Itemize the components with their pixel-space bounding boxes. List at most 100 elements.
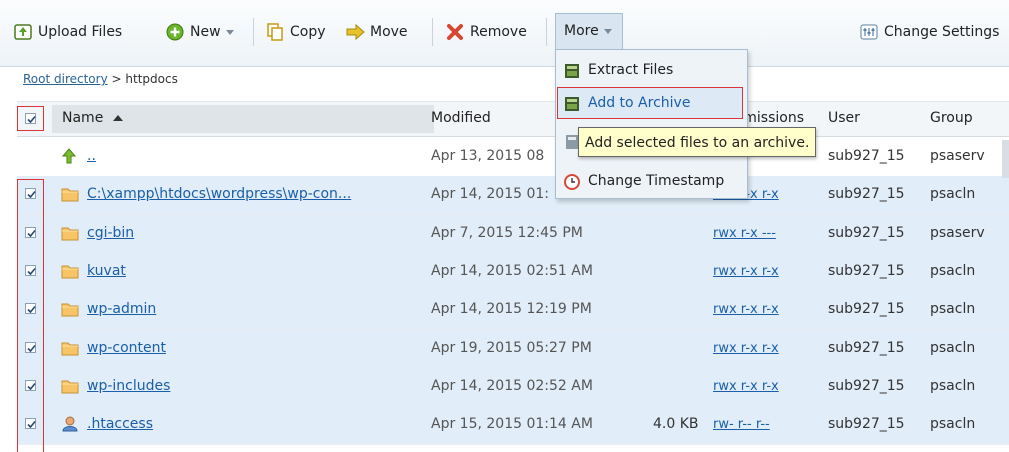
owner-group: psaserv [930, 224, 985, 241]
extract-files-label: Extract Files [588, 62, 674, 78]
modified-date: Apr 15, 2015 01:14 AM [431, 416, 593, 433]
table-row[interactable]: wp-admin Apr 14, 2015 12:19 PM rwx r-x r-x… [17, 291, 1009, 331]
permissions-link[interactable]: rwx r-x r-x [713, 341, 779, 356]
sort-up-icon [112, 115, 123, 121]
settings-sliders-icon [860, 23, 878, 41]
table-row[interactable]: .. Apr 13, 2015 08 sub927_15 psaserv [17, 138, 1009, 177]
select-all-highlight [17, 106, 44, 131]
remove-button[interactable]: Remove [446, 19, 527, 45]
owner-user: sub927_15 [828, 377, 905, 394]
modified-date: Apr 14, 2015 12:19 PM [431, 301, 592, 318]
breadcrumb: Root directory > httpdocs [23, 72, 178, 86]
user-file-icon [61, 416, 79, 432]
upload-files-button[interactable]: Upload Files [14, 19, 122, 45]
owner-group: psacln [930, 262, 976, 279]
file-name-link[interactable]: kuvat [87, 263, 126, 279]
modified-date: Apr 14, 2015 02:51 AM [431, 262, 593, 279]
remove-label: Remove [470, 24, 527, 40]
file-name-link[interactable]: cgi-bin [87, 225, 134, 241]
file-name-link[interactable]: wp-admin [87, 301, 156, 317]
copy-icon [266, 23, 284, 41]
owner-user: sub927_15 [828, 148, 905, 164]
breadcrumb-current: httpdocs [125, 72, 178, 86]
clock-icon [564, 173, 580, 190]
remove-x-icon [446, 23, 464, 41]
group-column-header[interactable]: Group [930, 110, 973, 126]
folder-icon [61, 378, 79, 394]
modified-column-header[interactable]: Modified [431, 110, 491, 126]
toolbar-divider [253, 18, 254, 46]
more-dropdown-menu: Extract Files Add to Archive Change Time… [555, 49, 748, 199]
folder-icon [61, 301, 79, 317]
owner-user: sub927_15 [828, 339, 905, 356]
new-button[interactable]: New [166, 19, 234, 45]
chevron-down-icon [603, 28, 612, 34]
folder-icon [61, 340, 79, 356]
permissions-link[interactable]: rw- r-- r-- [713, 417, 770, 432]
owner-group: psacln [930, 416, 976, 433]
toolbar: Upload Files New Copy Move Remove More C… [0, 0, 1009, 67]
toolbar-divider [546, 18, 547, 46]
permissions-link[interactable]: rwx r-x r-x [713, 379, 779, 394]
folder-icon [61, 225, 79, 241]
up-arrow-icon [61, 148, 79, 164]
change-timestamp-menu-item[interactable]: Change Timestamp [564, 168, 724, 194]
file-name-link[interactable]: .. [87, 148, 96, 164]
modified-date: Apr 19, 2015 05:27 PM [431, 339, 592, 356]
owner-user: sub927_15 [828, 224, 905, 241]
chevron-down-icon [225, 29, 234, 35]
owner-group: psacln [930, 339, 976, 356]
modified-date: Apr 7, 2015 12:45 PM [431, 224, 583, 241]
breadcrumb-separator: > [111, 72, 122, 86]
tooltip: Add selected files to an archive. [578, 127, 817, 157]
change-timestamp-label: Change Timestamp [588, 173, 725, 189]
owner-user: sub927_15 [828, 262, 905, 279]
owner-user: sub927_15 [828, 301, 905, 318]
file-size: 4.0 KB [653, 416, 699, 433]
add-to-archive-menu-item[interactable]: Add to Archive [564, 90, 690, 116]
table-row[interactable]: cgi-bin Apr 7, 2015 12:45 PM rwx r-x --- su… [17, 214, 1009, 254]
name-column-label: Name [62, 110, 104, 126]
copy-button[interactable]: Copy [266, 19, 326, 45]
table-row[interactable]: C:\xampp\htdocs\wordpress\wp-con... Apr 1… [17, 176, 1009, 216]
move-button[interactable]: Move [346, 19, 408, 45]
table-row[interactable]: wp-includes Apr 14, 2015 02:52 AM rwx r-x … [17, 367, 1009, 407]
modified-date: Apr 14, 2015 02:52 AM [431, 377, 593, 394]
more-button[interactable]: More [555, 13, 623, 50]
move-arrow-icon [346, 23, 365, 41]
permissions-link[interactable]: rwx r-x r-x [713, 264, 779, 279]
move-label: Move [370, 24, 408, 40]
checkbox-column-highlight [17, 179, 44, 452]
scrollbar[interactable] [1002, 140, 1009, 178]
breadcrumb-root-link[interactable]: Root directory [23, 72, 108, 86]
owner-group: psacln [930, 301, 976, 318]
add-to-archive-label: Add to Archive [588, 95, 691, 111]
table-row[interactable]: .htaccess Apr 15, 2015 01:14 AM 4.0 KB rw- … [17, 406, 1009, 446]
permissions-link[interactable]: rwx r-x --- [713, 226, 776, 241]
toolbar-divider [432, 18, 433, 46]
owner-user: sub927_15 [828, 416, 905, 433]
table-row[interactable]: kuvat Apr 14, 2015 02:51 AM rwx r-x r-x sub… [17, 252, 1009, 292]
extract-files-menu-item[interactable]: Extract Files [564, 57, 673, 83]
owner-group: psacln [930, 186, 976, 203]
file-name-link[interactable]: .htaccess [87, 416, 153, 432]
modified-date: Apr 14, 2015 01: [431, 186, 549, 203]
archive-icon [564, 95, 580, 111]
upload-icon [14, 23, 32, 41]
modified-date: Apr 13, 2015 08 [431, 148, 545, 164]
file-name-link[interactable]: wp-includes [87, 378, 170, 394]
user-column-header[interactable]: User [828, 110, 860, 126]
permissions-link[interactable]: rwx r-x r-x [713, 302, 779, 317]
table-header: Name Modified Permissions User Group [17, 101, 1009, 137]
table-row[interactable]: wp-content Apr 19, 2015 05:27 PM rwx r-x r… [17, 329, 1009, 369]
change-settings-button[interactable]: Change Settings [860, 19, 999, 45]
folder-icon [61, 186, 79, 202]
change-settings-label: Change Settings [884, 24, 1000, 40]
plus-icon [166, 23, 184, 41]
folder-icon [61, 263, 79, 279]
file-name-link[interactable]: wp-content [87, 340, 166, 356]
file-name-link[interactable]: C:\xampp\htdocs\wordpress\wp-con... [87, 186, 351, 202]
extract-archive-icon [564, 62, 580, 78]
name-column-header[interactable]: Name [62, 110, 123, 126]
new-label: New [190, 24, 221, 40]
